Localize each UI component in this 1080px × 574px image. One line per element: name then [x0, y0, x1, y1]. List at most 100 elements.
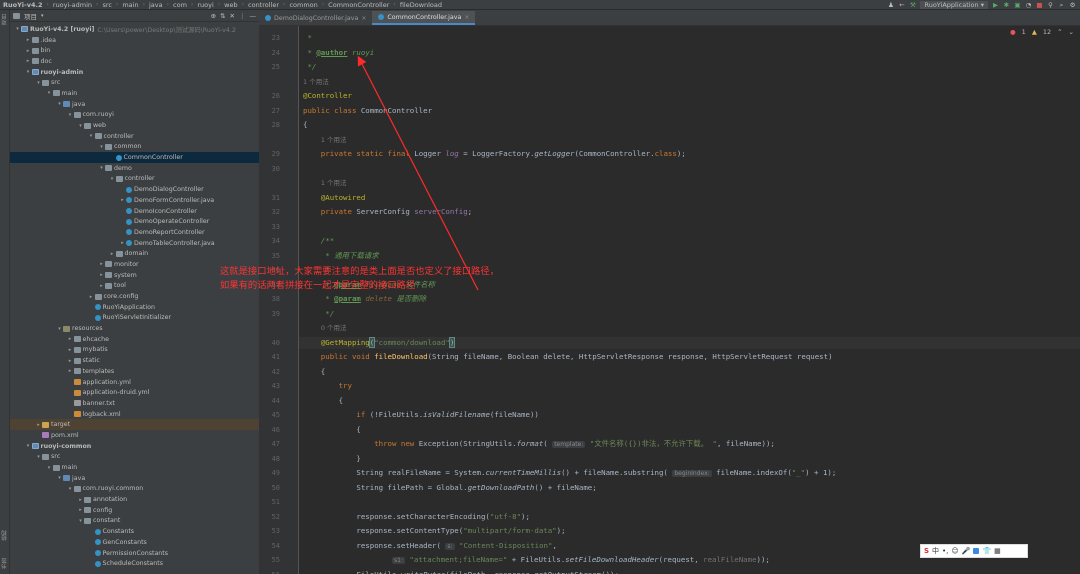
chevron-down-icon[interactable]: ▾ [56, 326, 63, 332]
editor-tab[interactable]: DemoDialogController.java × [259, 11, 372, 25]
usage-hint[interactable]: 1 个用法 [303, 134, 347, 146]
tree-item[interactable]: ▾ RuoYi-v4.2 [ruoyi] C:\Users\power\Deskto… [10, 24, 259, 35]
chevron-down-icon[interactable]: ▾ [77, 518, 84, 524]
chevron-right-icon[interactable]: ▸ [98, 261, 105, 267]
tree-item[interactable]: application.yml [10, 377, 259, 388]
chevron-down-icon[interactable]: ▾ [88, 133, 95, 139]
tree-item[interactable]: RuoYiServletInitializer [10, 313, 259, 324]
chevron-right-icon[interactable]: ▸ [98, 272, 105, 278]
tree-item[interactable]: ▸ DemoTableController.java [10, 238, 259, 249]
tree-item[interactable]: ▾ ruoyi-admin [10, 67, 259, 78]
tree-item[interactable]: ▾ web [10, 120, 259, 131]
settings-icon[interactable]: ⚙ [1069, 1, 1076, 9]
tree-item[interactable]: ▸ ehcache [10, 334, 259, 345]
sogou-icon[interactable]: S [924, 547, 929, 555]
chevron-down-icon[interactable]: ▾ [46, 90, 53, 96]
tree-item[interactable]: ▾ resources [10, 323, 259, 334]
chevron-right-icon[interactable]: ▸ [67, 336, 74, 342]
tree-item[interactable]: PermissionConstants [10, 548, 259, 559]
locate-icon[interactable]: ⊕ [211, 12, 216, 20]
tree-item[interactable]: ▾ com.ruoyi.common [10, 484, 259, 495]
tree-item[interactable]: ▸ annotation [10, 494, 259, 505]
build-icon[interactable]: ⚒ [909, 1, 916, 9]
chevron-right-icon[interactable]: ▸ [67, 368, 74, 374]
tree-item[interactable]: ▾ constant [10, 516, 259, 527]
chevron-down-icon[interactable]: ▾ [46, 465, 53, 471]
chevron-right-icon[interactable]: ▸ [25, 58, 32, 64]
tree-item[interactable]: ScheduleConstants [10, 558, 259, 569]
run-icon[interactable]: ▶ [992, 1, 999, 9]
expand-icon[interactable]: ✕ [230, 12, 235, 20]
code-view[interactable]: * * @author ruoyi */ 1 个用法 @Controller publ… [299, 26, 1080, 574]
microphone-icon[interactable]: 🎤 [962, 547, 971, 555]
emoji-icon[interactable]: ☺ [951, 547, 958, 555]
breadcrumb-item[interactable]: common [286, 0, 320, 9]
chevron-right-icon[interactable]: ▸ [77, 497, 84, 503]
options-icon[interactable]: ⋮ [239, 12, 246, 20]
chevron-right-icon[interactable]: ▸ [67, 347, 74, 353]
chevron-down-icon[interactable]: ▾ [67, 112, 74, 118]
tree-item[interactable]: ▾ ruoyi-common [10, 441, 259, 452]
chevron-right-icon[interactable]: ▸ [67, 358, 74, 364]
editor-tab[interactable]: CommonController.java × [372, 11, 476, 25]
chevron-right-icon[interactable]: ▸ [25, 37, 32, 43]
breadcrumb-item[interactable]: RuoYi-v4.2 [0, 0, 45, 9]
breadcrumb-item[interactable]: src [99, 0, 115, 9]
chevron-down-icon[interactable]: ▾ [56, 101, 63, 107]
tree-item[interactable]: ▸ mybatis [10, 345, 259, 356]
close-icon[interactable]: × [464, 14, 469, 21]
tree-item[interactable]: CommonController [10, 152, 259, 163]
tree-item[interactable]: ▸ bin [10, 45, 259, 56]
chevron-right-icon[interactable]: ▸ [109, 251, 116, 257]
tree-item[interactable]: DemoIconController [10, 206, 259, 217]
vcs-icon[interactable]: ⚲ [1047, 1, 1054, 9]
tree-item[interactable]: DemoOperateController [10, 216, 259, 227]
breadcrumb-item[interactable]: com [170, 0, 190, 9]
tree-item[interactable]: ▸ target [10, 419, 259, 431]
bookmarks-tool-label[interactable]: 书签 [1, 558, 9, 569]
tree-item[interactable]: ▾ src [10, 452, 259, 463]
ime-mode-label[interactable]: 中 [932, 546, 939, 556]
breadcrumb-item[interactable]: main [119, 0, 141, 9]
tree-item[interactable]: ▾ java [10, 473, 259, 484]
usage-hint[interactable]: 0 个用法 [303, 322, 347, 334]
chevron-down-icon[interactable]: ▾ [56, 475, 63, 481]
tree-item[interactable]: DemoReportController [10, 227, 259, 238]
tree-item[interactable]: ▾ java [10, 99, 259, 110]
chevron-right-icon[interactable]: ▸ [25, 48, 32, 54]
breadcrumb-item[interactable]: CommonController [325, 0, 392, 9]
collapse-icon[interactable]: ⇅ [220, 12, 225, 20]
tree-item[interactable]: ▸ doc [10, 56, 259, 67]
breadcrumb-item[interactable]: controller [245, 0, 282, 9]
tree-item[interactable]: ▾ controller [10, 131, 259, 142]
user-icon[interactable]: ♟ [887, 1, 894, 9]
tree-item[interactable]: ▾ main [10, 88, 259, 99]
chevron-down-icon[interactable]: ▾ [98, 144, 105, 150]
keyboard-icon[interactable] [973, 548, 980, 554]
search-icon[interactable]: ⌕ [1058, 1, 1065, 9]
chevron-down-icon[interactable]: ▾ [41, 13, 44, 19]
tree-item[interactable]: ▸ DemoFormController.java [10, 195, 259, 206]
chevron-down-icon[interactable]: ▾ [77, 123, 84, 129]
ime-toolbar[interactable]: S 中 •, ☺ 🎤 👕 ▦ [920, 544, 1028, 558]
close-icon[interactable]: × [361, 15, 366, 22]
debug-icon[interactable]: ✱ [1003, 1, 1010, 9]
chevron-right-icon[interactable]: ▸ [35, 422, 42, 428]
tree-item[interactable]: ▾ controller [10, 174, 259, 185]
usage-hint[interactable]: 1 个用法 [303, 177, 347, 189]
back-icon[interactable]: ← [898, 1, 905, 9]
chevron-down-icon[interactable]: ▾ [25, 69, 32, 75]
breadcrumb-item[interactable]: ruoyi [194, 0, 216, 9]
tree-item[interactable]: ▸ domain [10, 248, 259, 259]
punctuation-icon[interactable]: •, [942, 547, 948, 555]
tree-item[interactable]: GenConstants [10, 537, 259, 548]
chevron-right-icon[interactable]: ▸ [119, 197, 126, 203]
tree-item[interactable]: Constants [10, 526, 259, 537]
chevron-right-icon[interactable]: ▸ [98, 283, 105, 289]
coverage-icon[interactable]: ▣ [1014, 1, 1021, 9]
toolbox-icon[interactable]: ▦ [994, 547, 1001, 555]
tree-item[interactable]: ▾ common [10, 142, 259, 153]
chevron-down-icon[interactable]: ▾ [109, 176, 116, 182]
tree-item[interactable]: ▾ main [10, 462, 259, 473]
tree-item[interactable]: ▸ static [10, 355, 259, 366]
